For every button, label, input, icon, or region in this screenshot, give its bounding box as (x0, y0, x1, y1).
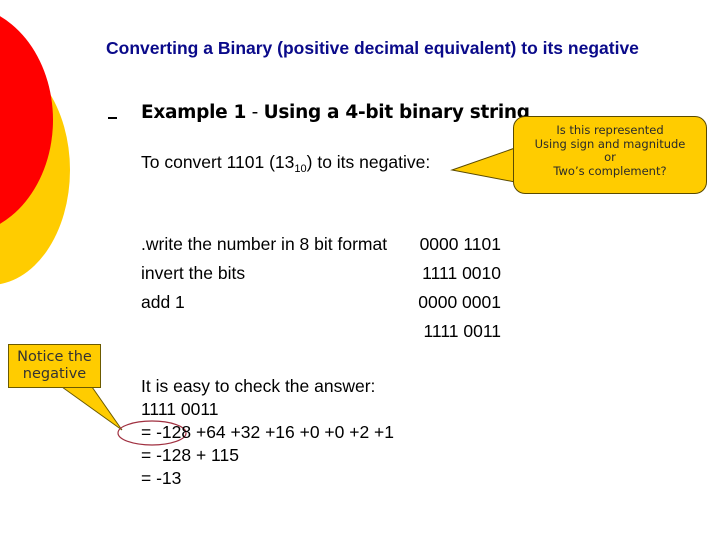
callout-line: Two’s complement? (553, 163, 667, 178)
answer-check: It is easy to check the answer: 1111 001… (141, 375, 394, 490)
callout-representation-question: Is this represented Using sign and magni… (513, 116, 707, 194)
step-value: 0000 0001 (418, 292, 501, 312)
example-heading: Example 1 - Using a 4-bit binary string (141, 102, 530, 123)
convert-instruction: To convert 1101 (1310) to its negative: (141, 152, 430, 175)
step-row: add 1 0000 0001 (141, 292, 501, 321)
step-row: 1111 0011 (141, 321, 501, 350)
callout-notice-negative: Notice the negative (8, 344, 101, 388)
example-heading-part-1: Example 1 (141, 102, 247, 123)
callout-left-pointer (60, 386, 123, 431)
slide-title: Converting a Binary (positive decimal eq… (106, 38, 639, 58)
conversion-steps: .write the number in 8 bit format 0000 1… (141, 234, 501, 350)
example-heading-part-2: Using a 4-bit binary string (263, 102, 530, 123)
convert-subscript: 10 (294, 163, 307, 175)
callout-top-pointer (450, 147, 516, 183)
convert-suffix: ) to its negative: (306, 152, 431, 172)
callout-line: Using sign and magnitude (534, 136, 686, 151)
example-heading-separator: - (246, 102, 264, 123)
step-row: invert the bits 1111 0010 (141, 263, 501, 292)
check-line: = -13 (141, 468, 182, 488)
check-line: = -128 + 115 (141, 445, 239, 465)
callout-line: or (604, 150, 616, 164)
callout-line: Notice the (17, 349, 92, 365)
step-value: 1111 0010 (422, 263, 501, 283)
check-line: It is easy to check the answer: (141, 376, 376, 396)
step-row: .write the number in 8 bit format 0000 1… (141, 234, 501, 263)
step-value: 0000 1101 (419, 234, 501, 254)
callout-line: Is this represented (556, 123, 664, 137)
step-label: .write the number in 8 bit format (141, 234, 388, 254)
step-label: add 1 (141, 292, 185, 312)
check-line: = -128 +64 +32 +16 +0 +0 +2 +1 (141, 422, 395, 442)
convert-prefix: To convert 1101 (13 (141, 152, 295, 172)
check-line: 1111 0011 (141, 399, 219, 419)
bullet-marker (108, 117, 117, 119)
step-result-value: 1111 0011 (423, 321, 501, 341)
callout-line: negative (22, 366, 87, 382)
step-label: invert the bits (141, 263, 246, 283)
